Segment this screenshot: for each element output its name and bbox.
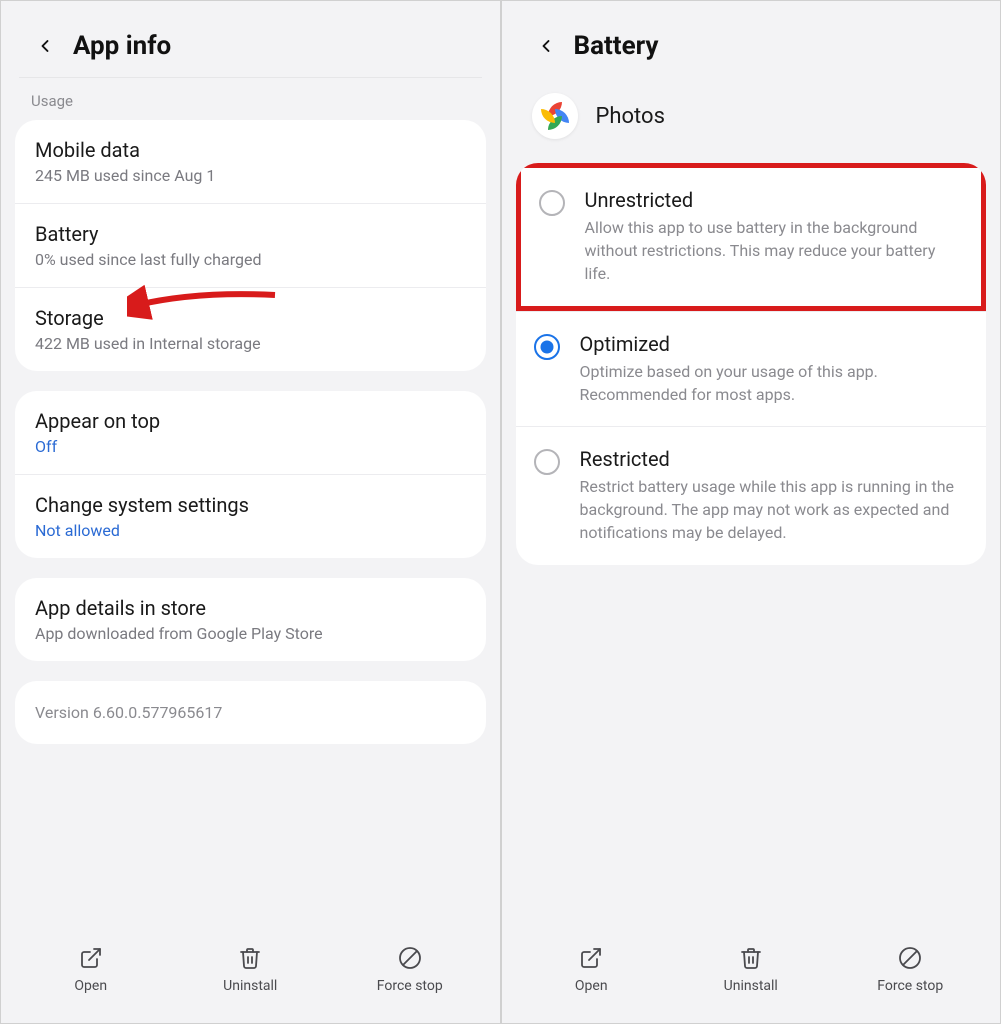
stop-icon bbox=[896, 944, 924, 972]
divider bbox=[19, 77, 482, 78]
battery-pane: Battery Photos Unrestricted Allow this a… bbox=[501, 0, 1001, 1024]
row-title: Change system settings bbox=[35, 493, 466, 517]
photos-app-icon bbox=[532, 93, 578, 139]
option-title: Unrestricted bbox=[585, 188, 964, 212]
open-icon bbox=[77, 944, 105, 972]
option-title: Optimized bbox=[580, 332, 969, 356]
row-title: Appear on top bbox=[35, 409, 466, 433]
row-appear-on-top[interactable]: Appear on top Off bbox=[15, 391, 486, 474]
force-stop-label: Force stop bbox=[377, 978, 443, 994]
row-storage[interactable]: Storage 422 MB used in Internal storage bbox=[15, 287, 486, 371]
option-desc: Restrict battery usage while this app is… bbox=[580, 475, 969, 545]
option-unrestricted[interactable]: Unrestricted Allow this app to use batte… bbox=[516, 163, 987, 311]
stop-icon bbox=[396, 944, 424, 972]
page-title: App info bbox=[73, 31, 171, 61]
radio-icon[interactable] bbox=[534, 334, 560, 360]
row-sub: 422 MB used in Internal storage bbox=[35, 334, 466, 353]
bottom-bar: Open Uninstall Force stop bbox=[1, 923, 500, 1023]
permissions-card: Appear on top Off Change system settings… bbox=[15, 391, 486, 558]
row-sub: App downloaded from Google Play Store bbox=[35, 624, 466, 643]
force-stop-label: Force stop bbox=[877, 978, 943, 994]
option-desc: Optimize based on your usage of this app… bbox=[580, 360, 969, 406]
row-title: Storage bbox=[35, 306, 466, 330]
battery-options-card: Unrestricted Allow this app to use batte… bbox=[516, 163, 987, 565]
back-icon[interactable] bbox=[31, 32, 59, 60]
uninstall-label: Uninstall bbox=[223, 978, 277, 994]
app-header: Photos bbox=[502, 77, 1001, 163]
version-text: Version 6.60.0.577965617 bbox=[15, 681, 486, 744]
back-icon[interactable] bbox=[532, 32, 560, 60]
radio-icon[interactable] bbox=[539, 190, 565, 216]
uninstall-button[interactable]: Uninstall bbox=[171, 944, 331, 994]
open-icon bbox=[577, 944, 605, 972]
option-desc: Allow this app to use battery in the bac… bbox=[585, 216, 964, 286]
option-title: Restricted bbox=[580, 447, 969, 471]
row-title: Battery bbox=[35, 222, 466, 246]
row-title: App details in store bbox=[35, 596, 466, 620]
header: App info bbox=[1, 1, 500, 77]
row-sub: 0% used since last fully charged bbox=[35, 250, 466, 269]
app-name: Photos bbox=[596, 104, 665, 129]
uninstall-label: Uninstall bbox=[724, 978, 778, 994]
open-label: Open bbox=[74, 978, 107, 994]
trash-icon bbox=[236, 944, 264, 972]
row-title: Mobile data bbox=[35, 138, 466, 162]
force-stop-button[interactable]: Force stop bbox=[330, 944, 490, 994]
header: Battery bbox=[502, 1, 1001, 77]
row-mobile-data[interactable]: Mobile data 245 MB used since Aug 1 bbox=[15, 120, 486, 203]
section-label-usage: Usage bbox=[1, 92, 500, 120]
row-sub: Off bbox=[35, 437, 466, 456]
row-sub: 245 MB used since Aug 1 bbox=[35, 166, 466, 185]
usage-card: Mobile data 245 MB used since Aug 1 Batt… bbox=[15, 120, 486, 371]
row-app-details[interactable]: App details in store App downloaded from… bbox=[15, 578, 486, 661]
open-button[interactable]: Open bbox=[11, 944, 171, 994]
row-sub: Not allowed bbox=[35, 521, 466, 540]
row-battery[interactable]: Battery 0% used since last fully charged bbox=[15, 203, 486, 287]
row-change-system-settings[interactable]: Change system settings Not allowed bbox=[15, 474, 486, 558]
app-info-pane: App info Usage Mobile data 245 MB used s… bbox=[0, 0, 501, 1024]
option-restricted[interactable]: Restricted Restrict battery usage while … bbox=[516, 426, 987, 565]
trash-icon bbox=[737, 944, 765, 972]
details-card: App details in store App downloaded from… bbox=[15, 578, 486, 661]
force-stop-button[interactable]: Force stop bbox=[831, 944, 991, 994]
open-label: Open bbox=[575, 978, 608, 994]
bottom-bar: Open Uninstall Force stop bbox=[502, 923, 1001, 1023]
option-optimized[interactable]: Optimized Optimize based on your usage o… bbox=[516, 311, 987, 426]
uninstall-button[interactable]: Uninstall bbox=[671, 944, 831, 994]
open-button[interactable]: Open bbox=[512, 944, 672, 994]
radio-icon[interactable] bbox=[534, 449, 560, 475]
page-title: Battery bbox=[574, 31, 659, 61]
